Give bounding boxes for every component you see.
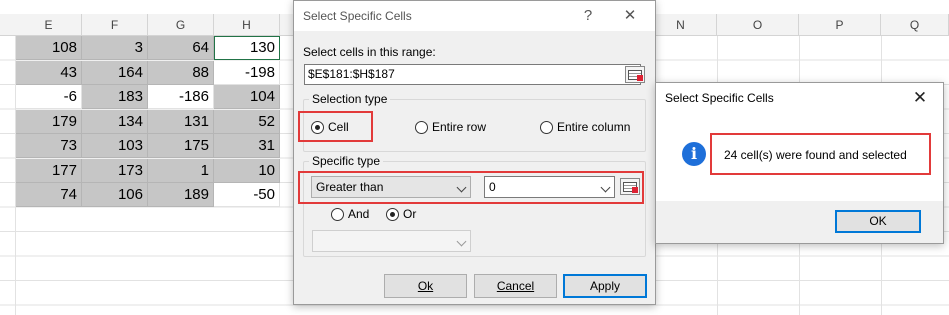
message-box-title-bar: Select Specific Cells ✕ <box>656 83 943 113</box>
table-cell[interactable]: 131 <box>148 109 214 134</box>
radio-dot <box>415 120 428 134</box>
close-icon[interactable]: ✕ <box>615 1 645 31</box>
table-cell[interactable]: 130 <box>214 36 280 60</box>
table-cell[interactable]: 103 <box>82 134 148 158</box>
table-cell[interactable]: 175 <box>148 134 214 158</box>
column-header-q[interactable]: Q <box>881 14 949 36</box>
column-header-e[interactable]: E <box>16 14 82 36</box>
info-icon: i <box>682 142 706 166</box>
radio-entire-row[interactable]: Entire row <box>415 120 486 134</box>
column-header-p[interactable]: P <box>799 14 881 36</box>
radio-or-label: Or <box>403 207 417 221</box>
table-cell[interactable]: 134 <box>82 109 148 134</box>
table-cell[interactable]: 104 <box>214 85 280 109</box>
table-cell[interactable]: 189 <box>148 183 214 207</box>
radio-entire-column-label: Entire column <box>557 120 631 134</box>
cancel-button[interactable]: Cancel <box>474 274 557 298</box>
table-cell[interactable]: 177 <box>16 158 82 183</box>
table-cell[interactable]: 88 <box>148 60 214 85</box>
cancel-button-label: Cancel <box>496 279 535 293</box>
radio-entire-column[interactable]: Entire column <box>540 120 630 134</box>
message-ok-button[interactable]: OK <box>835 210 921 233</box>
dialog-title: Select Specific Cells <box>303 9 412 23</box>
table-cell[interactable]: 173 <box>82 158 148 183</box>
table-cell[interactable]: 3 <box>82 36 148 60</box>
range-picker-icon <box>628 70 643 81</box>
table-cell[interactable]: 64 <box>148 36 214 60</box>
table-cell[interactable]: 43 <box>16 60 82 85</box>
table-cell[interactable]: 31 <box>214 134 280 158</box>
radio-dot <box>540 120 553 134</box>
range-label: Select cells in this range: <box>303 45 436 59</box>
table-cell[interactable]: 183 <box>82 85 148 109</box>
table-cell[interactable]: 1 <box>148 158 214 183</box>
highlight-specific-type <box>298 171 644 204</box>
radio-and[interactable]: And <box>331 207 369 221</box>
table-cell[interactable]: 164 <box>82 60 148 85</box>
table-cell[interactable]: 73 <box>16 134 82 158</box>
table-cell[interactable]: 52 <box>214 109 280 134</box>
help-icon[interactable]: ? <box>573 1 603 31</box>
column-header-g[interactable]: G <box>148 14 214 36</box>
column-header-o[interactable]: O <box>717 14 799 36</box>
select-specific-cells-dialog: Select Specific Cells ? ✕ Select cells i… <box>293 0 656 305</box>
radio-or[interactable]: Or <box>386 207 416 221</box>
highlight-cell-option <box>298 111 373 142</box>
table-cell[interactable]: 106 <box>82 183 148 207</box>
table-cell[interactable]: -50 <box>214 183 280 207</box>
radio-entire-row-label: Entire row <box>432 120 487 134</box>
table-cell[interactable]: -198 <box>214 60 280 85</box>
close-icon[interactable]: ✕ <box>905 83 935 113</box>
table-cell[interactable]: 179 <box>16 109 82 134</box>
ok-button[interactable]: Ok <box>384 274 467 298</box>
radio-and-label: And <box>348 207 370 221</box>
second-condition-dropdown[interactable] <box>312 230 471 252</box>
chevron-down-icon <box>456 236 467 247</box>
ok-button-label: Ok <box>417 279 434 293</box>
dialog-title-bar: Select Specific Cells ? ✕ <box>294 1 655 31</box>
message-box-footer: OK <box>656 201 943 243</box>
highlight-result-message <box>710 133 931 175</box>
column-header-f[interactable]: F <box>82 14 148 36</box>
range-picker-button[interactable] <box>625 66 645 83</box>
range-input[interactable]: $E$181:$H$187 <box>304 64 641 85</box>
column-header-h[interactable]: H <box>214 14 280 36</box>
selection-type-legend: Selection type <box>309 92 391 106</box>
table-cell[interactable]: 108 <box>16 36 82 60</box>
table-cell[interactable]: 10 <box>214 158 280 183</box>
specific-type-legend: Specific type <box>309 154 384 168</box>
radio-dot <box>386 207 399 221</box>
apply-button[interactable]: Apply <box>563 274 647 298</box>
message-box-title: Select Specific Cells <box>665 91 774 105</box>
table-cell[interactable]: -186 <box>148 85 214 109</box>
table-cell[interactable]: 74 <box>16 183 82 207</box>
result-message-box: Select Specific Cells ✕ i 24 cell(s) wer… <box>655 82 944 244</box>
table-cell[interactable]: -6 <box>16 85 82 109</box>
radio-dot <box>331 207 344 221</box>
apply-button-label: Apply <box>589 279 621 293</box>
